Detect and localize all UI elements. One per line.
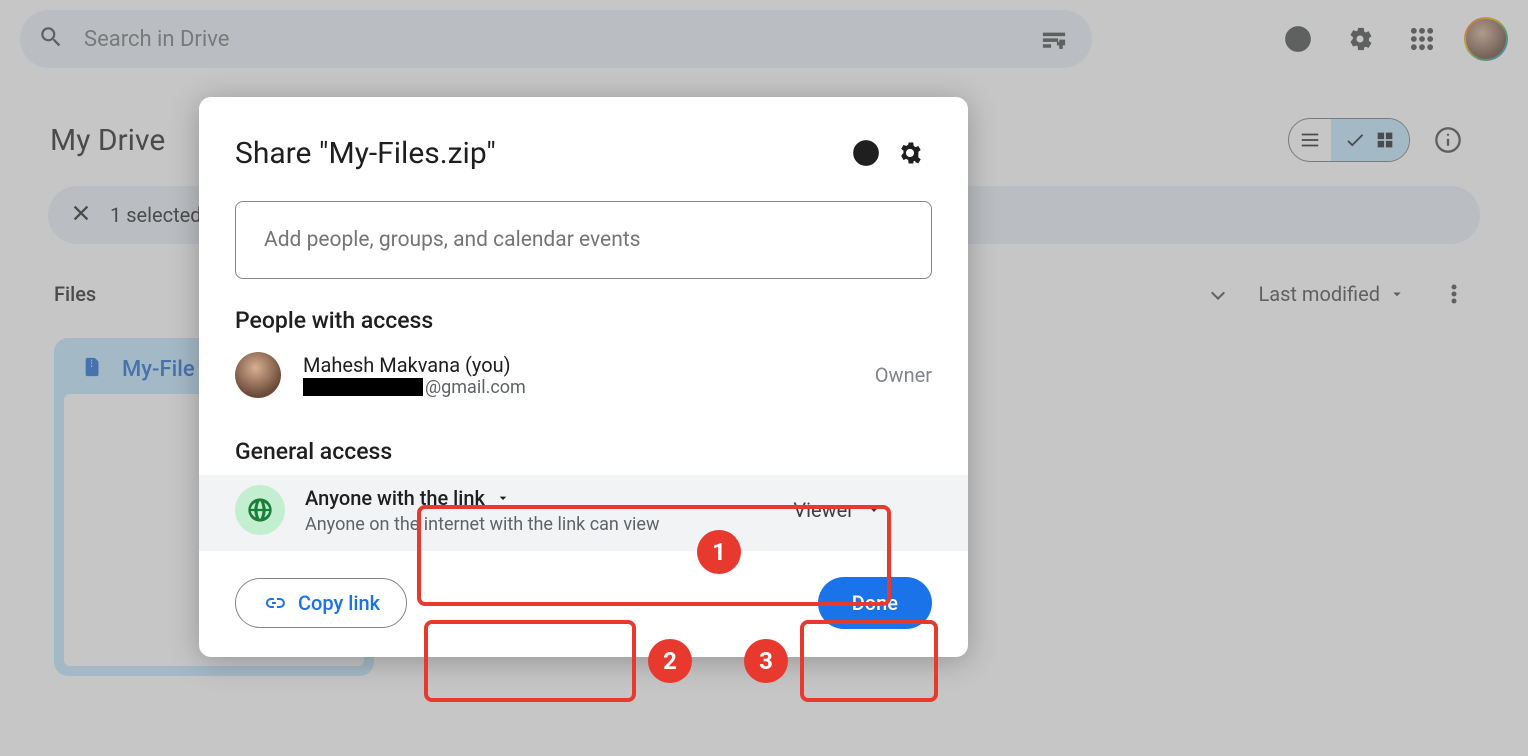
grid-view-button[interactable] — [1331, 119, 1409, 161]
settings-icon[interactable] — [1340, 19, 1380, 59]
dialog-help-icon[interactable] — [844, 131, 888, 175]
role-dropdown[interactable]: Viewer — [793, 498, 932, 522]
view-toggle[interactable] — [1288, 118, 1410, 162]
help-icon[interactable] — [1278, 19, 1318, 59]
info-icon[interactable] — [1428, 120, 1468, 160]
chevron-down-icon — [866, 502, 882, 518]
sort-by-label: Last modified — [1258, 282, 1380, 306]
person-email: @gmail.com — [303, 377, 853, 398]
general-access-mode: Anyone with the link — [305, 486, 485, 510]
top-bar — [0, 0, 1528, 82]
email-domain: @gmail.com — [425, 377, 526, 398]
top-right-actions — [1278, 17, 1508, 61]
sort-by-dropdown[interactable]: Last modified — [1258, 282, 1406, 306]
add-people-field[interactable] — [235, 201, 932, 279]
file-name: My-File — [122, 357, 195, 382]
chevron-down-icon — [495, 490, 511, 506]
clear-selection-button[interactable] — [70, 202, 92, 228]
general-access-dropdown[interactable]: Anyone with the link — [305, 486, 660, 510]
general-access-heading: General access — [235, 438, 932, 465]
general-access-description: Anyone on the internet with the link can… — [305, 514, 660, 535]
dialog-title: Share "My-Files.zip" — [235, 136, 844, 171]
copy-link-button[interactable]: Copy link — [235, 578, 407, 628]
person-avatar — [235, 352, 281, 398]
files-section-label: Files — [54, 282, 96, 306]
globe-icon — [235, 485, 285, 535]
add-people-input[interactable] — [264, 228, 903, 252]
sort-direction-icon[interactable] — [1206, 280, 1230, 308]
more-options-icon[interactable] — [1434, 274, 1474, 314]
share-dialog: Share "My-Files.zip" People with access … — [199, 97, 968, 657]
selection-count: 1 selected — [110, 203, 202, 227]
list-view-button[interactable] — [1289, 119, 1331, 161]
page-title: My Drive — [50, 123, 165, 158]
person-name: Mahesh Makvana (you) — [303, 353, 853, 377]
search-options-icon[interactable] — [1034, 19, 1074, 59]
redacted-email-prefix — [303, 378, 423, 396]
account-avatar[interactable] — [1464, 17, 1508, 61]
search-input[interactable] — [84, 27, 1014, 52]
copy-link-label: Copy link — [298, 591, 380, 615]
people-with-access-heading: People with access — [235, 307, 932, 334]
role-label: Viewer — [793, 498, 854, 522]
done-button[interactable]: Done — [818, 577, 932, 629]
general-access-block: Anyone with the link Anyone on the inter… — [199, 475, 968, 551]
dialog-settings-icon[interactable] — [888, 131, 932, 175]
search-bar[interactable] — [20, 10, 1092, 68]
zip-file-icon — [82, 356, 104, 382]
person-role: Owner — [875, 363, 932, 387]
person-row: Mahesh Makvana (you) @gmail.com Owner — [235, 352, 932, 398]
search-icon — [38, 24, 64, 54]
apps-icon[interactable] — [1402, 19, 1442, 59]
